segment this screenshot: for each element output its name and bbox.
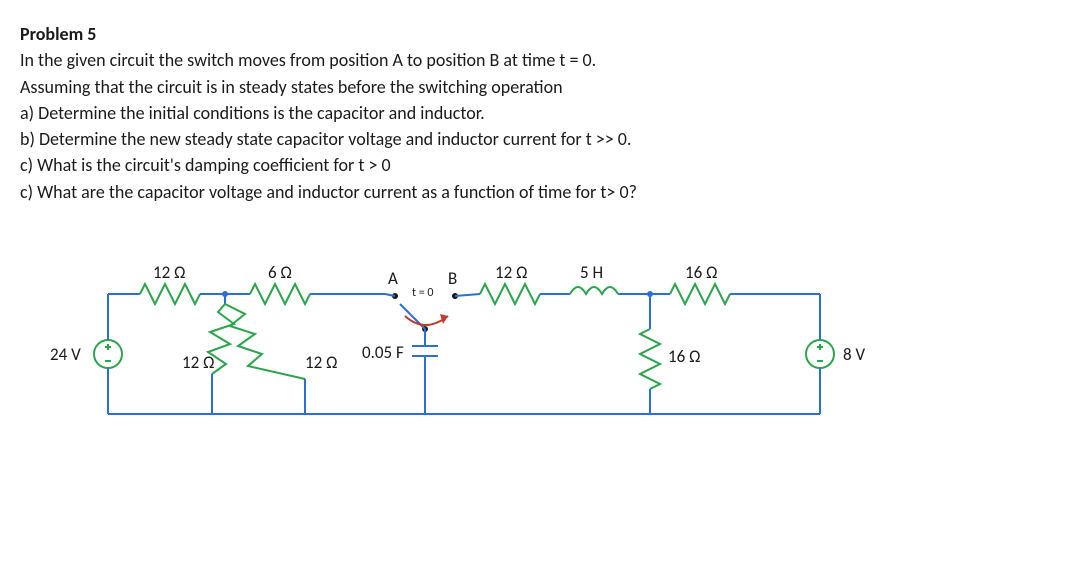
problem-statement: Problem 5 In the given circuit the switc…	[20, 22, 1051, 204]
resistor-label: 12 Ω	[153, 262, 185, 283]
inductor-icon	[570, 287, 618, 294]
resistor-icon	[250, 284, 310, 304]
resistor-icon	[640, 329, 660, 389]
problem-line: In the given circuit the switch moves fr…	[20, 48, 1051, 72]
resistor-icon	[225, 304, 305, 379]
resistor-icon	[670, 284, 730, 304]
resistor-label: 16 Ω	[685, 262, 717, 283]
problem-line: Assuming that the circuit is in steady s…	[20, 75, 1051, 99]
inductor-label: 5 H	[580, 262, 603, 283]
resistor-icon	[222, 304, 305, 374]
voltage-source-right-icon	[806, 340, 834, 368]
source-right-label: 8 V	[843, 344, 865, 365]
resistor-icon	[480, 284, 540, 304]
problem-line: a) Determine the initial conditions is t…	[20, 101, 1051, 125]
voltage-source-left-icon	[94, 340, 122, 368]
switch-a-label: A	[388, 268, 398, 289]
source-left-label: 24 V	[50, 344, 81, 365]
resistor-label: 6 Ω	[268, 262, 292, 283]
resistor-label: 12 Ω	[495, 262, 527, 283]
resistor-label: 16 Ω	[668, 346, 700, 367]
problem-line: b) Determine the new steady state capaci…	[20, 127, 1051, 151]
resistor-icon	[140, 284, 200, 304]
circuit-diagram: 24 V 8 V 12 Ω 6 Ω 12 Ω 12 Ω 0.05 F A B t…	[50, 234, 870, 454]
switch-b-label: B	[448, 268, 457, 289]
problem-line: c) What is the circuit's damping coeffic…	[20, 153, 1051, 177]
problem-line: c) What are the capacitor voltage and in…	[20, 180, 1051, 204]
resistor-icon	[216, 304, 305, 374]
capacitor-label: 0.05 F	[362, 342, 404, 363]
switch-time-label: t = 0	[412, 286, 434, 300]
problem-heading: Problem 5	[20, 22, 1051, 46]
resistor-label: 12 Ω	[305, 352, 337, 373]
capacitor-icon	[412, 346, 438, 356]
resistor-label: 12 Ω	[182, 352, 214, 373]
